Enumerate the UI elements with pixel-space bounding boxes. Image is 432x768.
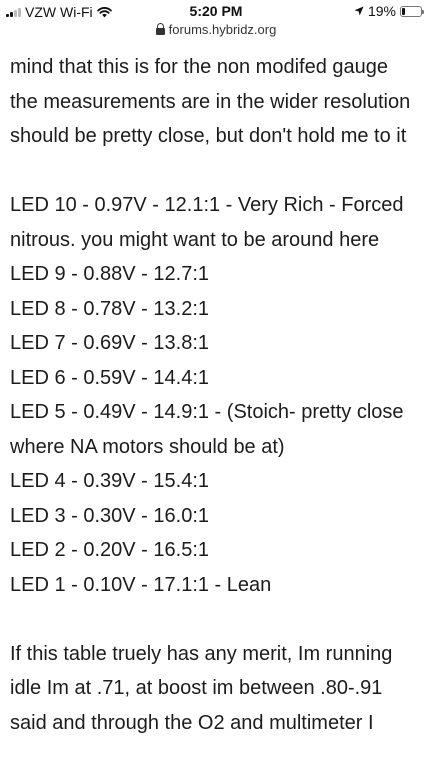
post-body: mind that this is for the non modifed ga… [10,50,432,740]
post-line: mind that this is for the non modifed ga… [10,56,389,78]
led-line: where NA motors should be at) [10,435,285,458]
post-line: should be pretty close, but don't hold m… [10,125,407,147]
post-line: idle Im at .71, at boost im between .80-… [10,677,383,699]
led-line: LED 9 - 0.88V - 12.7:1 [10,263,210,285]
screen: VZW Wi-Fi 5:20 PM 19% forums.hybridz.org… [0,0,432,768]
led-line: LED 2 - 0.20V - 16.5:1 [10,539,210,561]
led-line: LED 8 - 0.78V - 13.2:1 [10,297,210,320]
status-bar: VZW Wi-Fi 5:20 PM 19% [0,0,432,22]
url-text: forums.hybridz.org [168,22,277,37]
led-line: LED 6 - 0.59V - 14.4:1 [10,366,210,389]
lock-icon [155,23,165,35]
location-arrow-icon [354,6,364,16]
battery-percent: 19% [367,3,396,19]
bottom-fade [0,760,432,768]
led-line: LED 10 - 0.97V - 12.1:1 - Very Rich - Fo… [10,194,404,216]
battery-level-fill [402,7,405,15]
led-line: nitrous. you might want to be around her… [10,228,380,251]
battery-icon [400,5,424,17]
post-line: the measurements are in the wider resolu… [10,90,411,113]
led-line: LED 1 - 0.10V - 17.1:1 - Lean [10,573,272,596]
led-line: LED 4 - 0.39V - 15.4:1 [10,470,210,492]
status-right: 19% [354,3,424,19]
address-bar[interactable]: forums.hybridz.org [0,22,432,42]
post-line: If this table truely has any merit, Im r… [10,642,393,665]
post-line: said and through the O2 and multimeter I [10,711,374,734]
led-line: LED 5 - 0.49V - 14.9:1 - (Stoich- pretty… [10,401,404,423]
led-line: LED 3 - 0.30V - 16.0:1 [10,504,210,527]
led-line: LED 7 - 0.69V - 13.8:1 [10,332,210,354]
